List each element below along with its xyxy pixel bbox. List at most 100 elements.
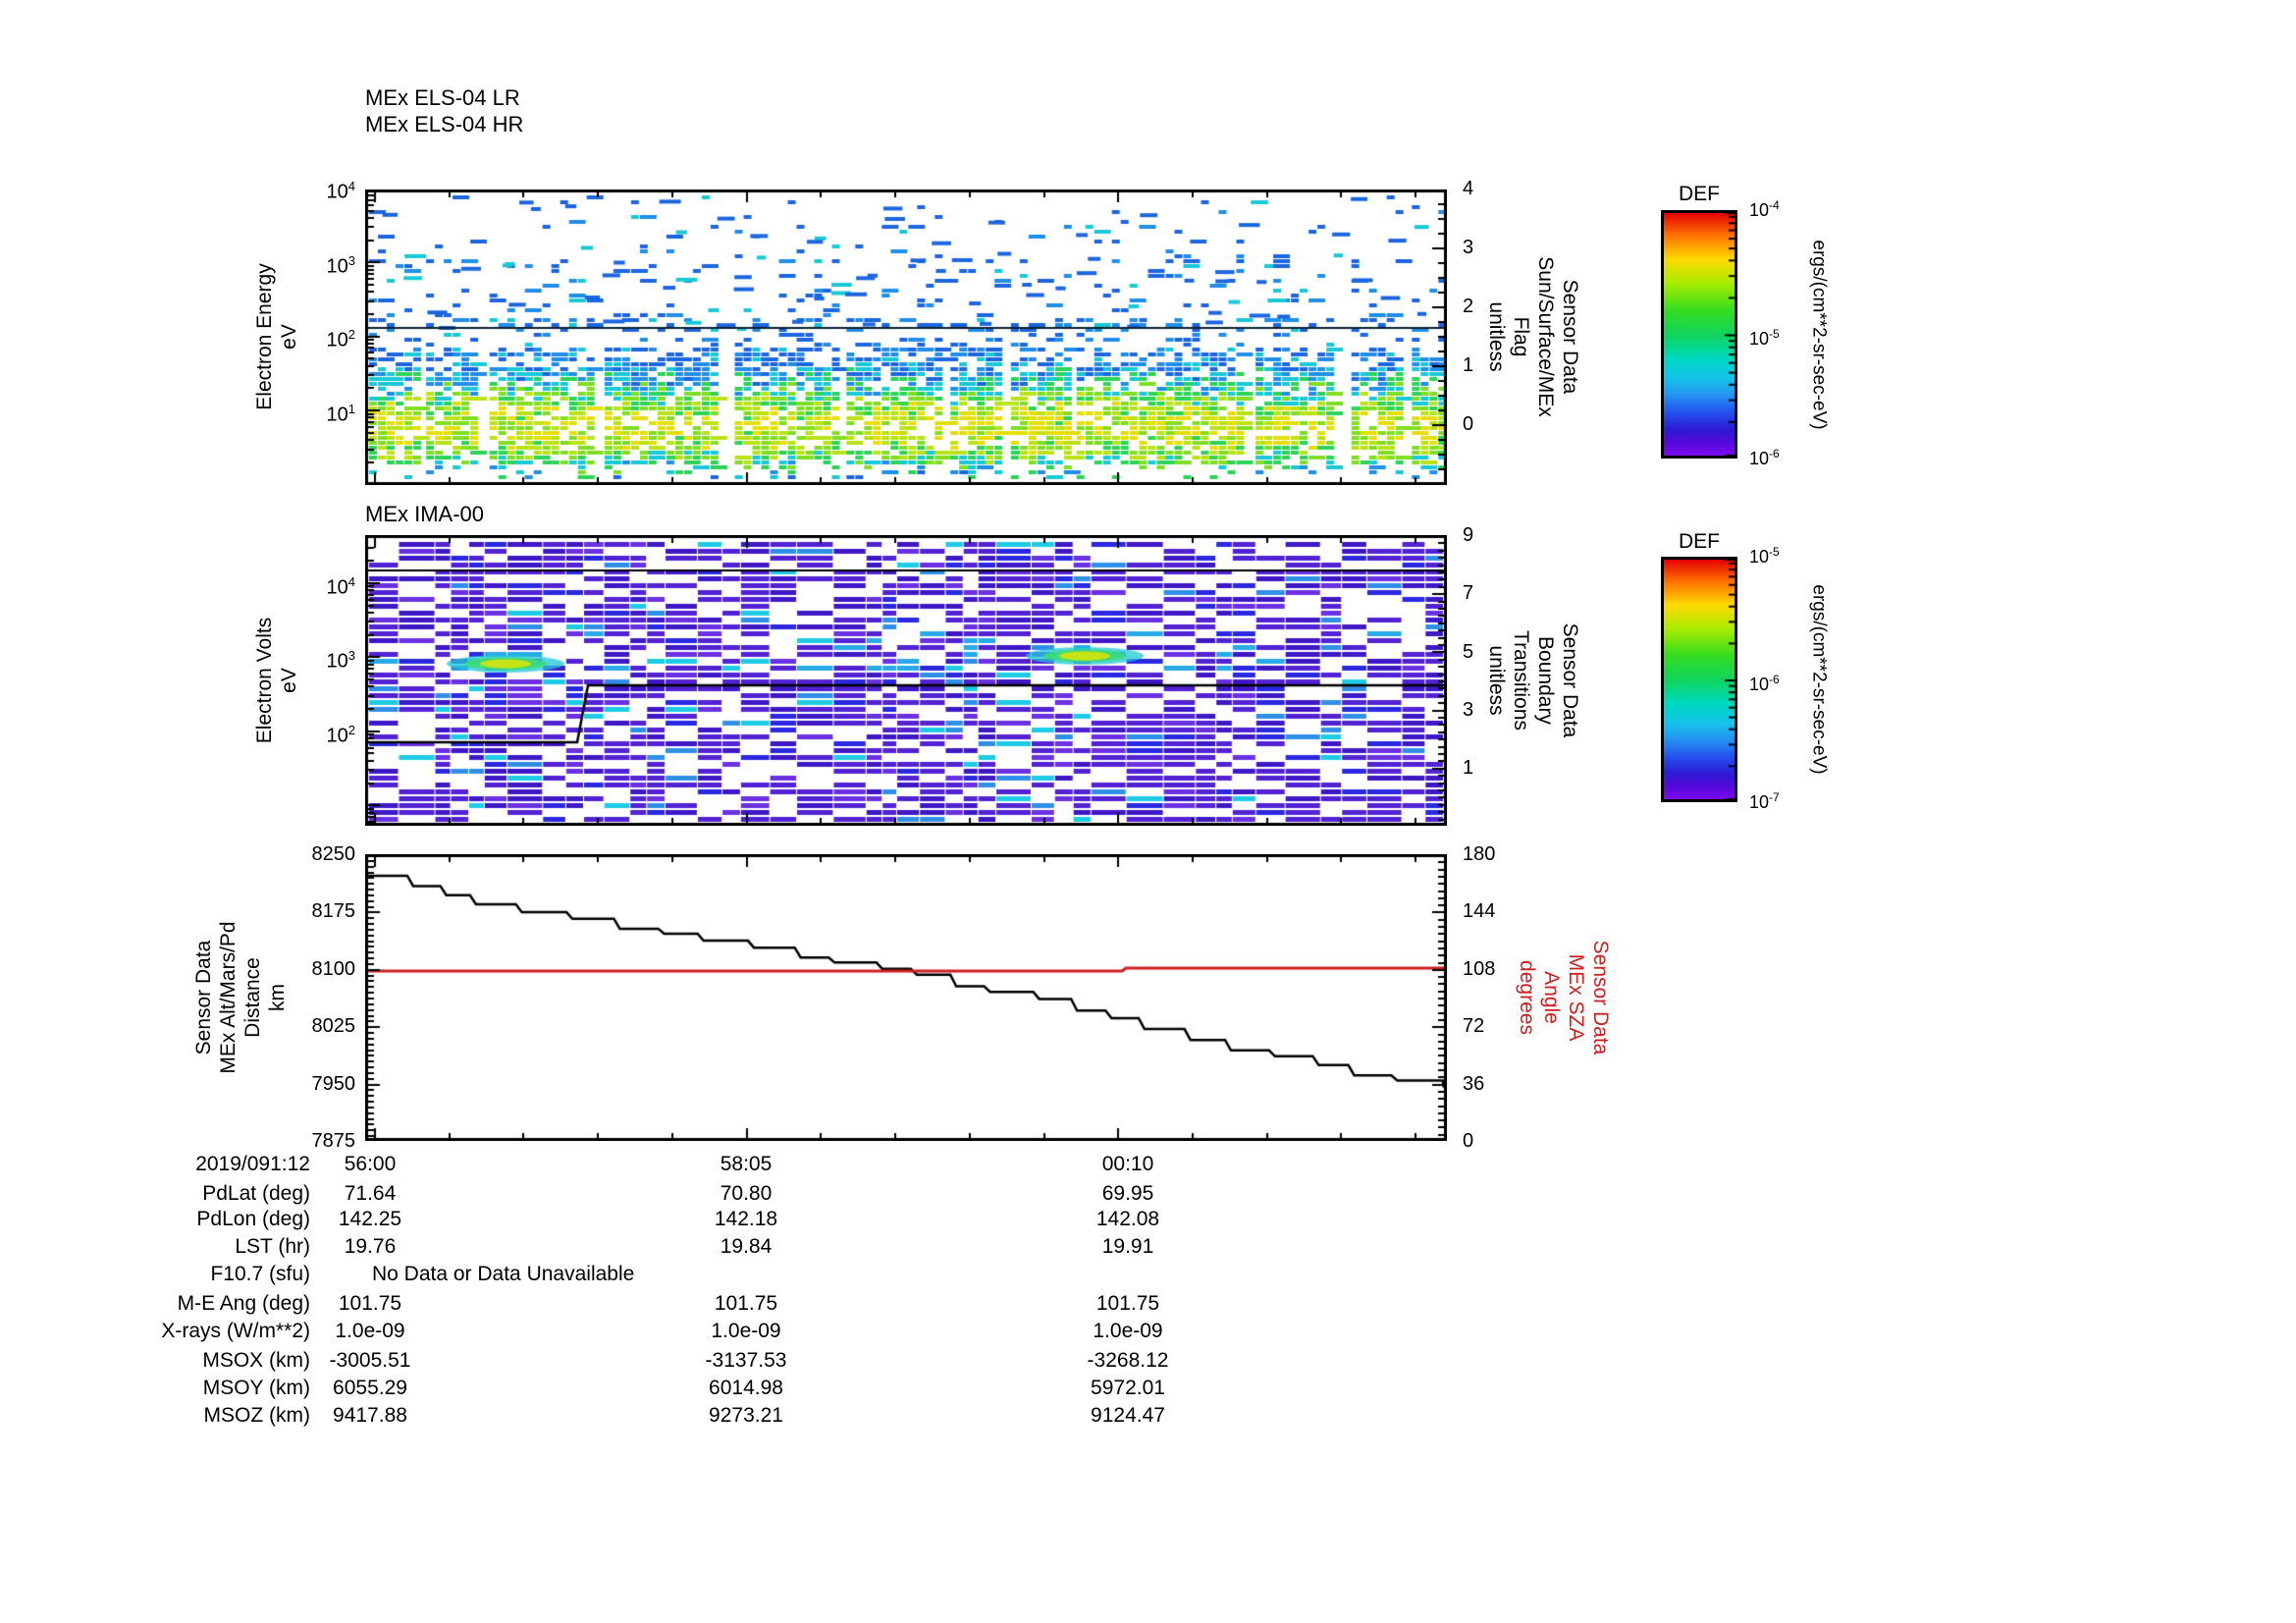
ima-right-tick-label: 3 xyxy=(1463,699,1474,721)
sza-right-tick-label: 180 xyxy=(1463,843,1496,865)
x-tick-label: 00:10 xyxy=(1101,1153,1154,1175)
colorbar-tick-label: 10-5 xyxy=(1749,327,1780,349)
ima-right-axis-label-line: Sensor Data xyxy=(1559,622,1581,738)
colorbar2-ticks xyxy=(1661,557,1737,802)
sza-right-axis-label-line: degrees xyxy=(1516,960,1538,1035)
table-cell-value: -3268.12 xyxy=(1087,1349,1169,1372)
altitude-sza-plot xyxy=(365,854,1447,1141)
els-right-tick-label: 1 xyxy=(1463,354,1474,376)
table-cell-value: 19.84 xyxy=(720,1235,773,1258)
ima-right-axis-label: Sensor Data Boundary Transitions unitles… xyxy=(1484,623,1582,738)
ima-y-axis-label: Electron Volts eV xyxy=(252,618,301,743)
table-cell-value: 101.75 xyxy=(714,1292,778,1315)
table-cell-value: 1.0e-09 xyxy=(335,1320,405,1342)
table-cell-value: 69.95 xyxy=(1101,1182,1154,1205)
els-title-hr: MEx ELS-04 HR xyxy=(365,112,524,136)
els-right-tick-label: 0 xyxy=(1463,413,1474,435)
table-cell-value: 142.08 xyxy=(1095,1208,1160,1230)
table-cell-value: 1.0e-09 xyxy=(1093,1320,1163,1342)
table-cell-value: 1.0e-09 xyxy=(711,1320,781,1342)
table-cell-value: 9273.21 xyxy=(709,1404,783,1427)
table-cell-value: -3137.53 xyxy=(705,1349,787,1372)
colorbar-tick-label: 10-6 xyxy=(1749,447,1780,468)
els-y-axis-label-line: Electron Energy xyxy=(253,263,276,410)
ima-right-tick-label: 1 xyxy=(1463,757,1474,779)
alt-y-axis-label-line: km xyxy=(266,984,289,1012)
table-cell-value: 9124.47 xyxy=(1091,1404,1165,1427)
table-cell-value: 6055.29 xyxy=(333,1377,407,1399)
sza-right-axis-label: Sensor Data MEx SZA Angle degrees xyxy=(1515,941,1613,1055)
x-tick-label: 56:00 xyxy=(344,1153,397,1175)
alt-ytick-label: 8175 xyxy=(311,900,356,922)
ima-right-tick-label: 7 xyxy=(1463,582,1474,604)
alt-y-axis-label-line: MEx Alt/Mars/Pd xyxy=(217,921,240,1074)
table-cell-value: 101.75 xyxy=(338,1292,402,1315)
table-cell-value: 142.25 xyxy=(338,1208,402,1230)
ima-right-axis-label-line: unitless xyxy=(1485,645,1508,716)
els-y-axis-label-line: eV xyxy=(278,324,300,350)
table-cell-value: 101.75 xyxy=(1095,1292,1160,1315)
els-right-tick-label: 3 xyxy=(1463,237,1474,258)
colorbar2-unit-label: ergs/(cm**2-sr-sec-eV) xyxy=(1808,584,1830,775)
ima-ytick-label: 104 xyxy=(326,574,355,599)
table-cell-value: 5972.01 xyxy=(1091,1377,1165,1399)
ima-right-axis-label-line: Boundary xyxy=(1534,636,1557,725)
table-cell-value: 70.80 xyxy=(720,1182,773,1205)
sza-right-axis-label-line: Angle xyxy=(1540,971,1563,1024)
sza-right-tick-label: 144 xyxy=(1463,900,1496,922)
els-ytick-label: 103 xyxy=(326,253,355,278)
colorbar1-ticks xyxy=(1661,210,1737,459)
els-right-tick-label: 2 xyxy=(1463,296,1474,317)
sza-right-tick-label: 0 xyxy=(1463,1130,1474,1152)
alt-ytick-label: 7950 xyxy=(311,1073,356,1095)
table-cell-value: 19.91 xyxy=(1101,1235,1154,1258)
els-ytick-label: 102 xyxy=(326,327,355,352)
ima-ytick-label: 102 xyxy=(326,723,355,747)
alt-y-axis-label-line: Sensor Data xyxy=(192,940,215,1055)
alt-y-axis-label: Sensor Data MEx Alt/Mars/Pd Distance km xyxy=(191,921,290,1073)
els-right-axis-label-line: Sun/Surface/MEx xyxy=(1534,256,1557,417)
els-right-axis-label: Sensor Data Sun/Surface/MEx Flag unitles… xyxy=(1484,256,1582,416)
els-right-tick-label: 4 xyxy=(1463,178,1474,199)
colorbar2-title: DEF xyxy=(1679,530,1720,553)
table-row-note: No Data or Data Unavailable xyxy=(372,1263,635,1285)
colorbar-tick-label: 10-5 xyxy=(1749,545,1780,567)
els-right-axis-label-line: Flag xyxy=(1510,316,1532,357)
els-ytick-label: 101 xyxy=(326,402,355,426)
els-right-axis-label-line: Sensor Data xyxy=(1559,279,1581,395)
alt-ytick-label: 8250 xyxy=(311,843,356,865)
sza-right-axis-label-line: MEx SZA xyxy=(1565,953,1587,1042)
els-ytick-label: 104 xyxy=(326,179,355,203)
ima-y-axis-label-line: Electron Volts xyxy=(253,617,276,744)
mex-quicklook-plot-page: MEx ELS-04 LR MEx ELS-04 HR MEx IMA-00 E… xyxy=(0,0,2296,1623)
table-cell-value: 142.18 xyxy=(714,1208,778,1230)
colorbar1-unit-label: ergs/(cm**2-sr-sec-eV) xyxy=(1808,240,1830,430)
table-cell-value: 19.76 xyxy=(344,1235,397,1258)
sza-right-tick-label: 108 xyxy=(1463,958,1496,980)
sza-right-tick-label: 72 xyxy=(1463,1015,1485,1037)
ima-right-axis-label-line: Transitions xyxy=(1510,630,1532,730)
table-cell-value: 6014.98 xyxy=(709,1377,783,1399)
sza-right-axis-label-line: Sensor Data xyxy=(1589,940,1612,1055)
els-spectrogram xyxy=(365,189,1447,485)
ima-right-tick-label: 9 xyxy=(1463,524,1474,546)
table-cell-value: 9417.88 xyxy=(333,1404,407,1427)
x-tick-label: 58:05 xyxy=(720,1153,773,1175)
els-right-axis-label-line: unitless xyxy=(1485,301,1508,372)
ima-y-axis-label-line: eV xyxy=(278,668,300,693)
alt-ytick-label: 8025 xyxy=(311,1015,356,1037)
sza-right-tick-label: 36 xyxy=(1463,1073,1485,1095)
ima-title: MEx IMA-00 xyxy=(365,502,485,526)
alt-ytick-label: 7875 xyxy=(311,1130,356,1152)
alt-y-axis-label-line: Distance xyxy=(241,957,264,1038)
alt-ytick-label: 8100 xyxy=(311,958,356,980)
colorbar1-title: DEF xyxy=(1679,183,1720,205)
table-row-label: F10.7 (sfu) xyxy=(210,1263,310,1285)
ima-spectrogram xyxy=(365,535,1447,826)
els-title-lr: MEx ELS-04 LR xyxy=(365,85,520,110)
els-y-axis-label: Electron Energy eV xyxy=(252,263,301,409)
table-cell-value: 71.64 xyxy=(344,1182,397,1205)
table-cell-value: -3005.51 xyxy=(329,1349,411,1372)
ima-ytick-label: 103 xyxy=(326,648,355,673)
colorbar-tick-label: 10-7 xyxy=(1749,790,1780,812)
